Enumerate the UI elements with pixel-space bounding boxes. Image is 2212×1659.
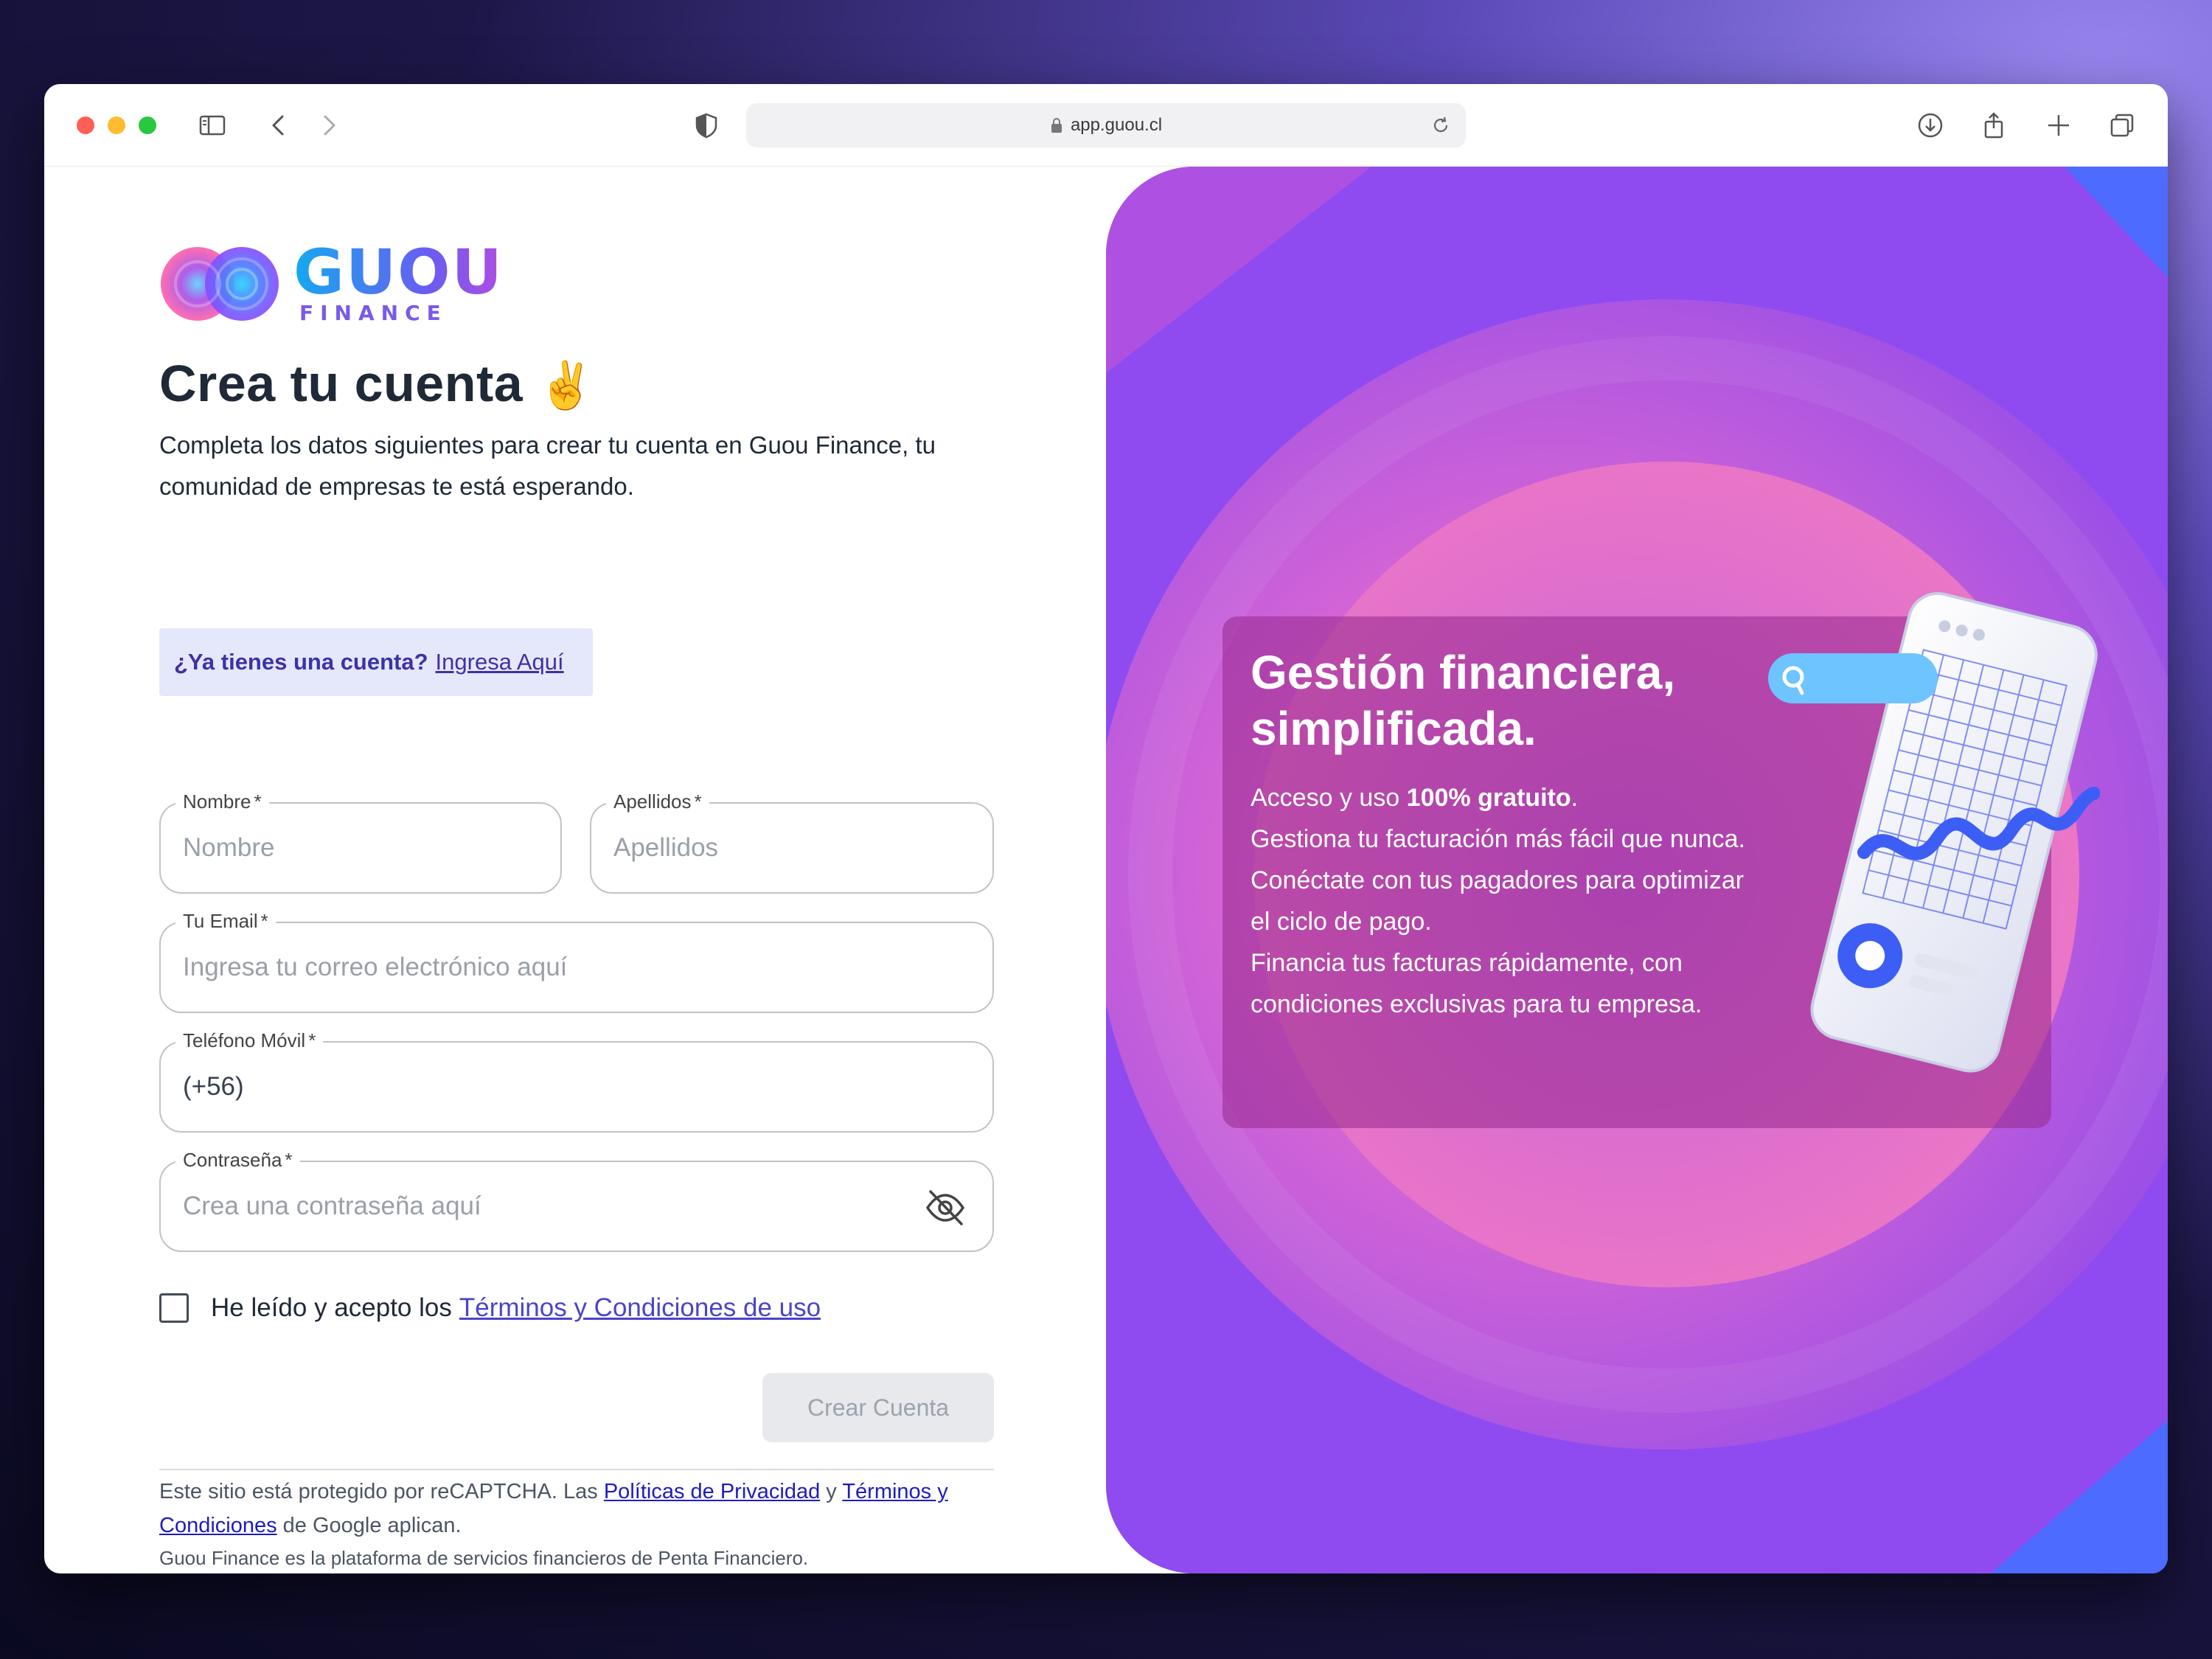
- nombre-field[interactable]: Nombre * Nombre: [159, 790, 562, 894]
- privacy-policy-link[interactable]: Políticas de Privacidad: [604, 1480, 820, 1503]
- terms-checkbox[interactable]: [159, 1293, 189, 1323]
- divider: [159, 1469, 994, 1470]
- chevron-right-icon[interactable]: [313, 109, 345, 142]
- address-bar[interactable]: app.guou.cl: [746, 103, 1466, 147]
- lock-icon: [1051, 118, 1062, 133]
- login-question: ¿Ya tienes una cuenta?: [174, 649, 428, 675]
- nombre-placeholder: Nombre: [183, 833, 275, 862]
- sidebar-icon[interactable]: [196, 109, 229, 142]
- password-placeholder: Crea una contraseña aquí: [183, 1192, 481, 1220]
- promo-line-1: Acceso y uso 100% gratuito.: [1251, 784, 1579, 812]
- recaptcha-notice: Este sitio está protegido por reCAPTCHA.…: [159, 1480, 948, 1537]
- reload-icon[interactable]: [1430, 115, 1451, 136]
- logo-subtext: FINANCE: [299, 301, 448, 325]
- login-prompt: ¿Ya tienes una cuenta? Ingresa Aquí: [159, 628, 593, 696]
- close-window-button[interactable]: [77, 116, 94, 134]
- logo-wordmark: GUOU: [293, 236, 504, 308]
- minimize-window-button[interactable]: [108, 116, 125, 134]
- login-link[interactable]: Ingresa Aquí: [436, 649, 564, 675]
- apellidos-placeholder: Apellidos: [613, 833, 719, 862]
- terms-row: He leído y acepto los Términos y Condici…: [159, 1293, 821, 1323]
- email-placeholder: Ingresa tu correo electrónico aquí: [183, 953, 568, 981]
- email-label: Tu Email *: [175, 910, 276, 933]
- nombre-label: Nombre *: [175, 790, 269, 813]
- email-field[interactable]: Tu Email * Ingresa tu correo electrónico …: [159, 910, 994, 1013]
- footer-note: Guou Finance es la plataforma de servici…: [159, 1547, 809, 1569]
- promo-line-3: Conéctate con tus pagadores para optimiz…: [1251, 866, 1745, 936]
- phone-field[interactable]: Teléfono Móvil * (+56): [159, 1029, 994, 1133]
- create-account-button[interactable]: Crear Cuenta: [762, 1373, 994, 1442]
- password-label: Contraseña *: [175, 1149, 300, 1172]
- tabs-icon[interactable]: [2106, 109, 2138, 142]
- browser-toolbar: app.guou.cl: [44, 84, 2168, 167]
- promo-panel: Gestión financiera, simplificada. Acceso…: [1106, 167, 2168, 1573]
- url-text: app.guou.cl: [1070, 115, 1163, 135]
- chevron-left-icon[interactable]: [262, 109, 295, 142]
- phone-label: Teléfono Móvil *: [175, 1029, 324, 1052]
- phone-prefix: (+56): [183, 1072, 244, 1101]
- terms-text: He leído y acepto los: [211, 1293, 452, 1322]
- download-icon[interactable]: [1914, 109, 1947, 142]
- signup-section: GUOU FINANCE Crea tu cuenta ✌️ Completa …: [44, 167, 1106, 1573]
- browser-window: app.guou.cl GUOU FINANCE Crea tu cuenta …: [44, 84, 2168, 1573]
- zoom-window-button[interactable]: [139, 116, 156, 134]
- terms-link[interactable]: Términos y Condiciones de uso: [459, 1293, 821, 1323]
- page-subtitle: Completa los datos siguientes para crear…: [159, 431, 936, 500]
- promo-body: Acceso y uso 100% gratuito. Gestiona tu …: [1251, 777, 1767, 1025]
- promo-line-4: Financia tus facturas rápidamente, con c…: [1251, 949, 1703, 1018]
- eye-off-icon[interactable]: [923, 1186, 967, 1230]
- apellidos-field[interactable]: Apellidos * Apellidos: [590, 790, 994, 894]
- plus-icon[interactable]: [2042, 109, 2075, 142]
- promo-title: Gestión financiera, simplificada.: [1251, 646, 1676, 755]
- phone-illustration: [1768, 591, 2100, 1073]
- password-field[interactable]: Contraseña * Crea una contraseña aquí: [159, 1149, 994, 1252]
- promo-card: Gestión financiera, simplificada. Acceso…: [1222, 591, 2100, 1128]
- promo-line-2: Gestiona tu facturación más fácil que nu…: [1251, 825, 1745, 853]
- page-title: Crea tu cuenta ✌️: [159, 355, 595, 412]
- apellidos-label: Apellidos *: [606, 790, 709, 813]
- guou-logo: GUOU FINANCE: [159, 236, 502, 325]
- share-icon[interactable]: [1978, 109, 2010, 142]
- victory-hand-emoji: ✌️: [538, 361, 595, 411]
- shield-icon[interactable]: [690, 109, 723, 142]
